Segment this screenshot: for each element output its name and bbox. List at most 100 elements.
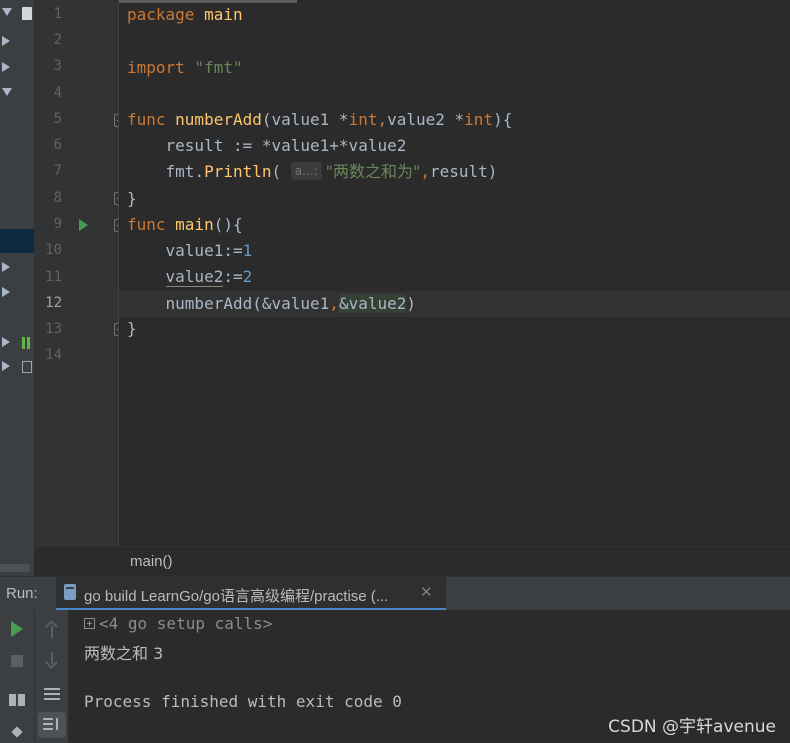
stop-icon[interactable] — [4, 648, 30, 674]
string-literal: "两数之和为" — [325, 162, 421, 181]
run-gutter-icon[interactable] — [79, 219, 88, 231]
line-number: 4 — [53, 85, 62, 101]
tree-row-collapsed[interactable] — [0, 258, 34, 280]
code-text: result) — [430, 162, 498, 181]
tree-row-expanded[interactable] — [0, 4, 34, 26]
tree-scrollbar[interactable] — [0, 564, 30, 572]
line-number: 9 — [53, 216, 62, 232]
package-name: main — [194, 5, 243, 24]
variable-warning: value2 — [165, 267, 224, 287]
function-name: main — [165, 215, 214, 234]
tree-row-scratches[interactable] — [0, 357, 34, 379]
editor-gutter: 1 2 3 4 5 6 7 8 9 10 11 12 13 14 — [34, 0, 125, 546]
pin-icon[interactable] — [4, 722, 30, 743]
chevron-right-icon[interactable] — [2, 337, 10, 347]
run-config-tab[interactable]: go build LearnGo/go语言高级编程/practise (... … — [56, 577, 446, 611]
tree-row-collapsed[interactable] — [0, 32, 34, 54]
tree-selected-row[interactable] — [0, 229, 34, 253]
code-line-3[interactable]: import "fmt" — [127, 55, 243, 81]
string-literal: "fmt" — [184, 58, 243, 77]
line-number: 13 — [45, 321, 62, 337]
watermark: CSDN @宇轩avenue — [608, 717, 776, 737]
code-text: ) — [406, 294, 417, 313]
run-panel-header: Run: go build LearnGo/go语言高级编程/practise … — [0, 576, 790, 611]
code-line-9[interactable]: func main(){ — [127, 212, 243, 238]
line-number: 8 — [53, 190, 62, 206]
rerun-icon[interactable] — [4, 616, 30, 642]
line-number: 1 — [53, 6, 62, 22]
breadcrumb: main() — [34, 546, 790, 576]
run-panel-title: Run: — [6, 585, 38, 602]
tree-row-collapsed[interactable] — [0, 58, 34, 80]
library-icon — [22, 337, 30, 349]
tree-row-external-libraries[interactable] — [0, 333, 34, 355]
chevron-down-icon[interactable] — [2, 8, 12, 16]
line-number-current: 12 — [45, 295, 62, 311]
highlighted-identifier: &value2 — [338, 294, 407, 313]
line-number: 5 — [53, 111, 62, 127]
function-name: numberAdd — [165, 110, 262, 129]
chevron-right-icon[interactable] — [2, 361, 10, 371]
chevron-right-icon[interactable] — [2, 36, 10, 46]
run-toolbar-left — [0, 610, 34, 743]
line-number: 11 — [45, 269, 62, 285]
console-output-line: 两数之和 3 — [84, 644, 164, 663]
comma: , — [329, 294, 339, 313]
arrow-up-icon[interactable] — [39, 616, 65, 642]
code-text: (){ — [213, 215, 243, 234]
arrow-down-icon[interactable] — [39, 648, 65, 674]
tree-row-collapsed[interactable] — [0, 283, 34, 305]
setup-calls-text: <4 go setup calls> — [99, 614, 273, 633]
line-number: 10 — [45, 242, 62, 258]
keyword: func — [127, 215, 166, 234]
code-line-12[interactable]: numberAdd(&value1,&value2) — [127, 291, 416, 317]
code-line-13[interactable]: } — [127, 316, 137, 342]
type-keyword: int — [348, 110, 378, 129]
chevron-right-icon[interactable] — [2, 62, 10, 72]
chevron-right-icon[interactable] — [2, 262, 10, 272]
code-text: value2 * — [387, 110, 465, 129]
line-number: 7 — [53, 163, 62, 179]
chevron-right-icon[interactable] — [2, 287, 10, 297]
code-line-10[interactable]: value1:=1 — [127, 238, 253, 264]
code-text: ( — [271, 162, 291, 181]
expand-icon[interactable] — [84, 618, 95, 629]
number-literal: 1 — [242, 241, 253, 260]
scroll-to-end-icon[interactable] — [38, 712, 66, 738]
code-text: . — [194, 162, 205, 181]
soft-wrap-icon[interactable] — [39, 682, 65, 708]
comma: , — [377, 110, 388, 129]
code-line-1[interactable]: package main — [127, 2, 243, 28]
package-ref: fmt — [127, 162, 195, 181]
keyword: package — [127, 5, 195, 24]
console-exit-line: Process finished with exit code 0 — [84, 692, 402, 711]
code-text: := — [223, 267, 243, 286]
line-number: 6 — [53, 137, 62, 153]
number-literal: 2 — [242, 267, 253, 286]
layout-icon[interactable] — [4, 688, 30, 714]
project-tree-strip — [0, 0, 34, 576]
code-editor[interactable]: package main import "fmt" func numberAdd… — [119, 0, 790, 546]
line-number: 14 — [45, 347, 62, 363]
code-line-7[interactable]: fmt.Println( a...: "两数之和为",result) — [127, 159, 497, 185]
code-line-5[interactable]: func numberAdd(value1 *int,value2 *int){ — [127, 107, 512, 133]
comma: , — [420, 162, 430, 181]
go-build-icon — [64, 584, 76, 600]
breadcrumb-item[interactable]: main() — [130, 553, 173, 570]
close-icon[interactable]: ✕ — [420, 583, 433, 601]
code-text: value1:= — [127, 241, 243, 260]
run-toolbar-secondary — [34, 610, 68, 743]
scratch-icon — [22, 361, 32, 373]
keyword: import — [127, 58, 185, 77]
chevron-down-icon[interactable] — [2, 88, 12, 96]
line-number: 3 — [53, 58, 62, 74]
code-line-6[interactable]: result := *value1+*value2 — [127, 133, 407, 159]
code-text: (value1 * — [261, 110, 349, 129]
console-setup-line[interactable]: <4 go setup calls> — [84, 614, 272, 633]
function-call: numberAdd — [165, 294, 253, 313]
tree-row-expanded[interactable] — [0, 84, 34, 106]
code-line-11[interactable]: value2:=2 — [127, 264, 252, 290]
code-line-8[interactable]: } — [127, 186, 137, 212]
run-tab-label: go build LearnGo/go语言高级编程/practise (... — [84, 588, 389, 605]
